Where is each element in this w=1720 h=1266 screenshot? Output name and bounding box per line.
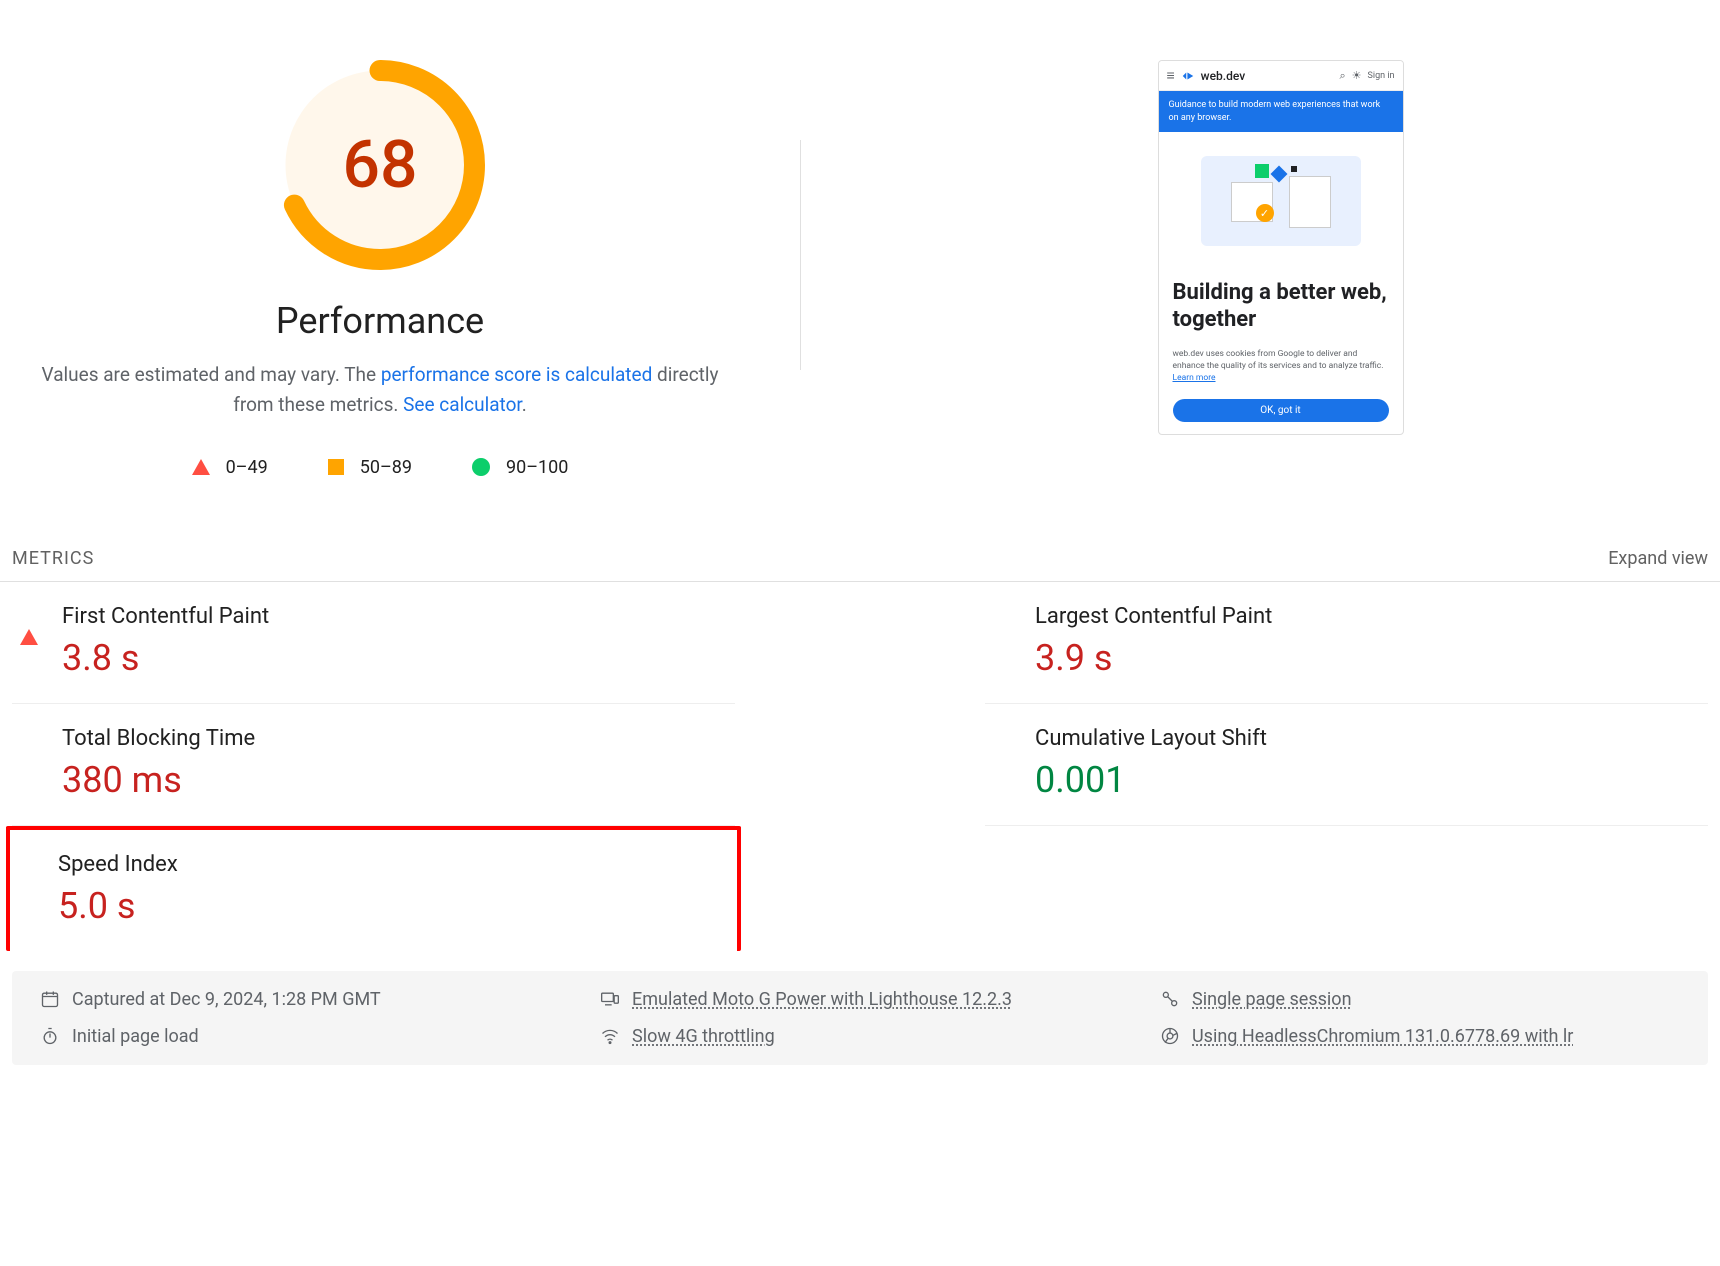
theme-icon: ☀ — [1352, 69, 1362, 82]
performance-title: Performance — [276, 300, 484, 342]
see-calculator-link[interactable]: See calculator — [403, 393, 522, 416]
mock-cookie-notice: web.dev uses cookies from Google to deli… — [1159, 343, 1403, 391]
mock-brand: web.dev — [1201, 69, 1245, 83]
performance-summary: 68 Performance Values are estimated and … — [0, 0, 1720, 508]
square-icon — [328, 459, 344, 475]
mock-signin: Sign in — [1368, 71, 1395, 81]
legend-avg-label: 50–89 — [360, 457, 412, 478]
legend-fail: 0–49 — [192, 457, 268, 478]
devices-icon — [600, 989, 620, 1009]
env-captured: Captured at Dec 9, 2024, 1:28 PM GMT — [40, 989, 560, 1010]
session-icon — [1160, 989, 1180, 1009]
stopwatch-icon — [40, 1026, 60, 1046]
metric-value: 380 ms — [62, 759, 255, 801]
legend-fail-label: 0–49 — [226, 457, 268, 478]
performance-description: Values are estimated and may vary. The p… — [40, 360, 720, 421]
env-device-text[interactable]: Emulated Moto G Power with Lighthouse 12… — [632, 989, 1012, 1010]
legend-average: 50–89 — [328, 457, 412, 478]
metric-value: 3.9 s — [1035, 637, 1272, 679]
env-load-text: Initial page load — [72, 1026, 199, 1047]
metric-name: Largest Contentful Paint — [1035, 604, 1272, 629]
env-device[interactable]: Emulated Moto G Power with Lighthouse 12… — [600, 989, 1120, 1010]
metric-card[interactable]: Cumulative Layout Shift 0.001 — [985, 704, 1708, 826]
legend-pass: 90–100 — [472, 457, 568, 478]
metrics-title: METRICS — [12, 548, 94, 569]
env-session[interactable]: Single page session — [1160, 989, 1680, 1010]
metric-body: Cumulative Layout Shift 0.001 — [1035, 726, 1267, 801]
env-browser[interactable]: Using HeadlessChromium 131.0.6778.69 wit… — [1160, 1026, 1680, 1047]
metric-body: Total Blocking Time 380 ms — [62, 726, 255, 801]
triangle-icon — [192, 459, 210, 475]
metric-status-icon — [20, 610, 38, 629]
mock-topbar: ≡ web.dev ⌕ ☀ Sign in — [1159, 61, 1403, 91]
metric-card[interactable]: Total Blocking Time 380 ms — [12, 704, 735, 826]
env-throttle-text[interactable]: Slow 4G throttling — [632, 1026, 775, 1047]
metric-body: Speed Index 5.0 s — [58, 852, 178, 927]
triangle-icon — [20, 610, 38, 645]
calendar-icon — [40, 989, 60, 1009]
hamburger-icon: ≡ — [1167, 67, 1175, 84]
metric-body: Largest Contentful Paint 3.9 s — [1035, 604, 1272, 679]
chrome-icon — [1160, 1026, 1180, 1046]
mock-hero: ✓ — [1159, 132, 1403, 274]
expand-view-toggle[interactable]: Expand view — [1608, 548, 1708, 569]
desc-text: . — [522, 393, 527, 416]
metric-value: 0.001 — [1035, 759, 1267, 801]
metric-name: Speed Index — [58, 852, 178, 877]
mock-banner: Guidance to build modern web experiences… — [1159, 91, 1403, 132]
screenshot-column: ≡ web.dev ⌕ ☀ Sign in Guidance to build … — [861, 60, 1700, 478]
metric-value: 3.8 s — [62, 637, 269, 679]
mock-illustration: ✓ — [1201, 156, 1361, 246]
metric-card[interactable]: Largest Contentful Paint 3.9 s — [985, 582, 1708, 704]
desc-text: Values are estimated and may vary. The — [42, 363, 381, 386]
legend-pass-label: 90–100 — [506, 457, 568, 478]
search-icon: ⌕ — [1340, 69, 1346, 83]
env-browser-text[interactable]: Using HeadlessChromium 131.0.6778.69 wit… — [1192, 1026, 1573, 1047]
score-calculated-link[interactable]: performance score is calculated — [381, 363, 652, 386]
score-gauge: 68 — [275, 60, 485, 270]
circle-icon — [472, 458, 490, 476]
metric-card[interactable]: Speed Index 5.0 s — [6, 826, 741, 951]
runtime-environment: Captured at Dec 9, 2024, 1:28 PM GMT Emu… — [12, 971, 1708, 1065]
mock-learn-more-link: Learn more — [1173, 373, 1216, 383]
metric-name: Cumulative Layout Shift — [1035, 726, 1267, 751]
score-legend: 0–49 50–89 90–100 — [192, 457, 569, 478]
env-captured-text: Captured at Dec 9, 2024, 1:28 PM GMT — [72, 989, 381, 1010]
page-screenshot: ≡ web.dev ⌕ ☀ Sign in Guidance to build … — [1158, 60, 1404, 435]
metric-card[interactable]: First Contentful Paint 3.8 s — [12, 582, 735, 704]
metrics-grid: First Contentful Paint 3.8 s Largest Conte… — [0, 582, 1720, 951]
score-value: 68 — [275, 60, 485, 270]
gauge-column: 68 Performance Values are estimated and … — [20, 60, 740, 478]
env-throttle[interactable]: Slow 4G throttling — [600, 1026, 1120, 1047]
vertical-divider — [800, 140, 801, 370]
metrics-header: METRICS Expand view — [0, 538, 1720, 582]
metric-name: Total Blocking Time — [62, 726, 255, 751]
mock-headline: Building a better web, together — [1159, 274, 1403, 343]
mock-cookie-text: web.dev uses cookies from Google to deli… — [1173, 349, 1384, 371]
metric-body: First Contentful Paint 3.8 s — [62, 604, 269, 679]
env-load: Initial page load — [40, 1026, 560, 1047]
metric-name: First Contentful Paint — [62, 604, 269, 629]
mock-ok-button: OK, got it — [1173, 399, 1389, 422]
metric-value: 5.0 s — [58, 885, 178, 927]
env-session-text[interactable]: Single page session — [1192, 989, 1352, 1010]
network-icon — [600, 1026, 620, 1046]
webdev-logo-icon — [1181, 69, 1195, 83]
